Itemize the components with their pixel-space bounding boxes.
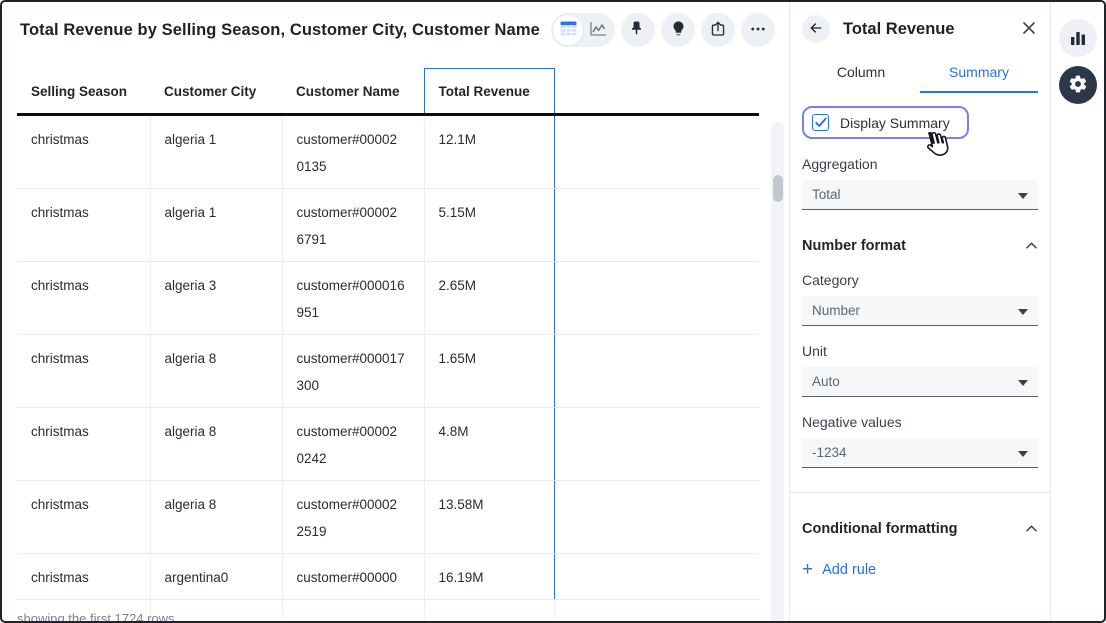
answer-toolbar	[551, 13, 775, 47]
insights-button[interactable]	[661, 13, 695, 47]
table-container: Selling Season Customer City Customer Na…	[2, 58, 789, 623]
chevron-up-icon	[1025, 520, 1038, 538]
lightbulb-icon	[670, 20, 687, 40]
tab-column[interactable]: Column	[802, 55, 920, 93]
answer-area: Total Revenue by Selling Season, Custome…	[2, 2, 790, 621]
panel-header: Total Revenue	[802, 15, 1038, 43]
plus-icon: +	[802, 563, 813, 577]
share-button[interactable]	[701, 13, 735, 47]
table-header-row: Selling Season Customer City Customer Na…	[17, 69, 759, 115]
table-scrollbar[interactable]	[771, 122, 784, 623]
unit-label: Unit	[802, 343, 1038, 359]
settings-button[interactable]	[1059, 66, 1097, 104]
close-panel-button[interactable]	[1020, 19, 1038, 40]
checkmark-icon	[815, 117, 827, 128]
negative-values-select[interactable]: -1234	[802, 438, 1038, 468]
view-toggle-group	[551, 13, 615, 47]
conditional-formatting-section-header[interactable]: Conditional formatting	[802, 520, 1038, 538]
number-format-section-header[interactable]: Number format	[802, 237, 1038, 255]
caret-down-icon	[1018, 309, 1028, 315]
number-format-title: Number format	[802, 238, 906, 254]
column-header-selling-season[interactable]: Selling Season	[17, 69, 150, 115]
tab-summary[interactable]: Summary	[920, 55, 1038, 93]
column-header-customer-name[interactable]: Customer Name	[282, 69, 424, 115]
answer-titlebar: Total Revenue by Selling Season, Custome…	[2, 2, 789, 58]
page-title: Total Revenue by Selling Season, Custome…	[20, 21, 540, 40]
caret-down-icon	[1018, 380, 1028, 386]
display-summary-section: Display Summary	[802, 106, 1038, 139]
table-row[interactable]: christmas argentina0 customer#00000 16.1…	[17, 554, 759, 600]
back-button[interactable]	[802, 15, 830, 43]
back-arrow-icon	[808, 20, 824, 39]
category-select[interactable]: Number	[802, 296, 1038, 326]
caret-down-icon	[1018, 193, 1028, 199]
ellipsis-icon	[749, 20, 767, 41]
scrollbar-thumb[interactable]	[773, 175, 783, 202]
row-count-status: showing the first 1724 rows	[17, 611, 175, 623]
app-window: Total Revenue by Selling Season, Custome…	[0, 0, 1106, 623]
table-row[interactable]: christmas algeria 8 customer#000017 300 …	[17, 335, 759, 408]
close-icon	[1022, 21, 1036, 38]
negative-values-label: Negative values	[802, 414, 1038, 430]
caret-down-icon	[1018, 451, 1028, 457]
aggregation-label: Aggregation	[802, 156, 1038, 172]
column-header-empty	[554, 69, 759, 115]
category-value: Number	[812, 303, 860, 318]
unit-select[interactable]: Auto	[802, 367, 1038, 397]
column-header-customer-city[interactable]: Customer City	[150, 69, 282, 115]
display-summary-toggle[interactable]: Display Summary	[802, 106, 969, 139]
panel-tabs: Column Summary	[802, 55, 1038, 93]
pin-button[interactable]	[621, 13, 655, 47]
category-label: Category	[802, 272, 1038, 288]
add-rule-label: Add rule	[822, 562, 876, 578]
panel-title: Total Revenue	[843, 20, 955, 39]
negative-values-value: -1234	[812, 445, 847, 460]
table-row[interactable]: christmas algeria 3 customer#000016 951 …	[17, 262, 759, 335]
column-config-panel: Total Revenue Column Summary Display Sum…	[790, 2, 1050, 621]
chart-view-button[interactable]	[583, 15, 613, 45]
unit-value: Auto	[812, 374, 840, 389]
chart-config-button[interactable]	[1059, 19, 1097, 57]
aggregation-value: Total	[812, 187, 841, 202]
table-row[interactable]: christmas algeria 8 customer#00002 0242 …	[17, 408, 759, 481]
table-row[interactable]: christmas algeria 8 customer#00002 2519 …	[17, 481, 759, 554]
panel-divider	[790, 492, 1050, 493]
line-chart-icon	[589, 21, 607, 40]
aggregation-select[interactable]: Total	[802, 180, 1038, 210]
results-table: Selling Season Customer City Customer Na…	[17, 68, 759, 623]
table-view-button[interactable]	[553, 15, 583, 45]
table-icon	[560, 21, 577, 39]
column-header-total-revenue[interactable]: Total Revenue	[424, 69, 554, 115]
chevron-up-icon	[1025, 237, 1038, 255]
bar-chart-icon	[1069, 29, 1087, 48]
add-rule-button[interactable]: + Add rule	[802, 562, 1038, 578]
pin-icon	[629, 20, 647, 41]
table-row[interactable]: christmas algeria 1 customer#00002 0135 …	[17, 115, 759, 189]
display-summary-label: Display Summary	[840, 115, 950, 131]
gear-icon	[1068, 74, 1088, 97]
table-row[interactable]: christmas algeria 1 customer#00002 6791 …	[17, 189, 759, 262]
more-button[interactable]	[741, 13, 775, 47]
right-icon-strip	[1050, 2, 1104, 621]
display-summary-checkbox[interactable]	[812, 114, 829, 131]
share-icon	[709, 20, 727, 41]
conditional-formatting-title: Conditional formatting	[802, 521, 957, 537]
